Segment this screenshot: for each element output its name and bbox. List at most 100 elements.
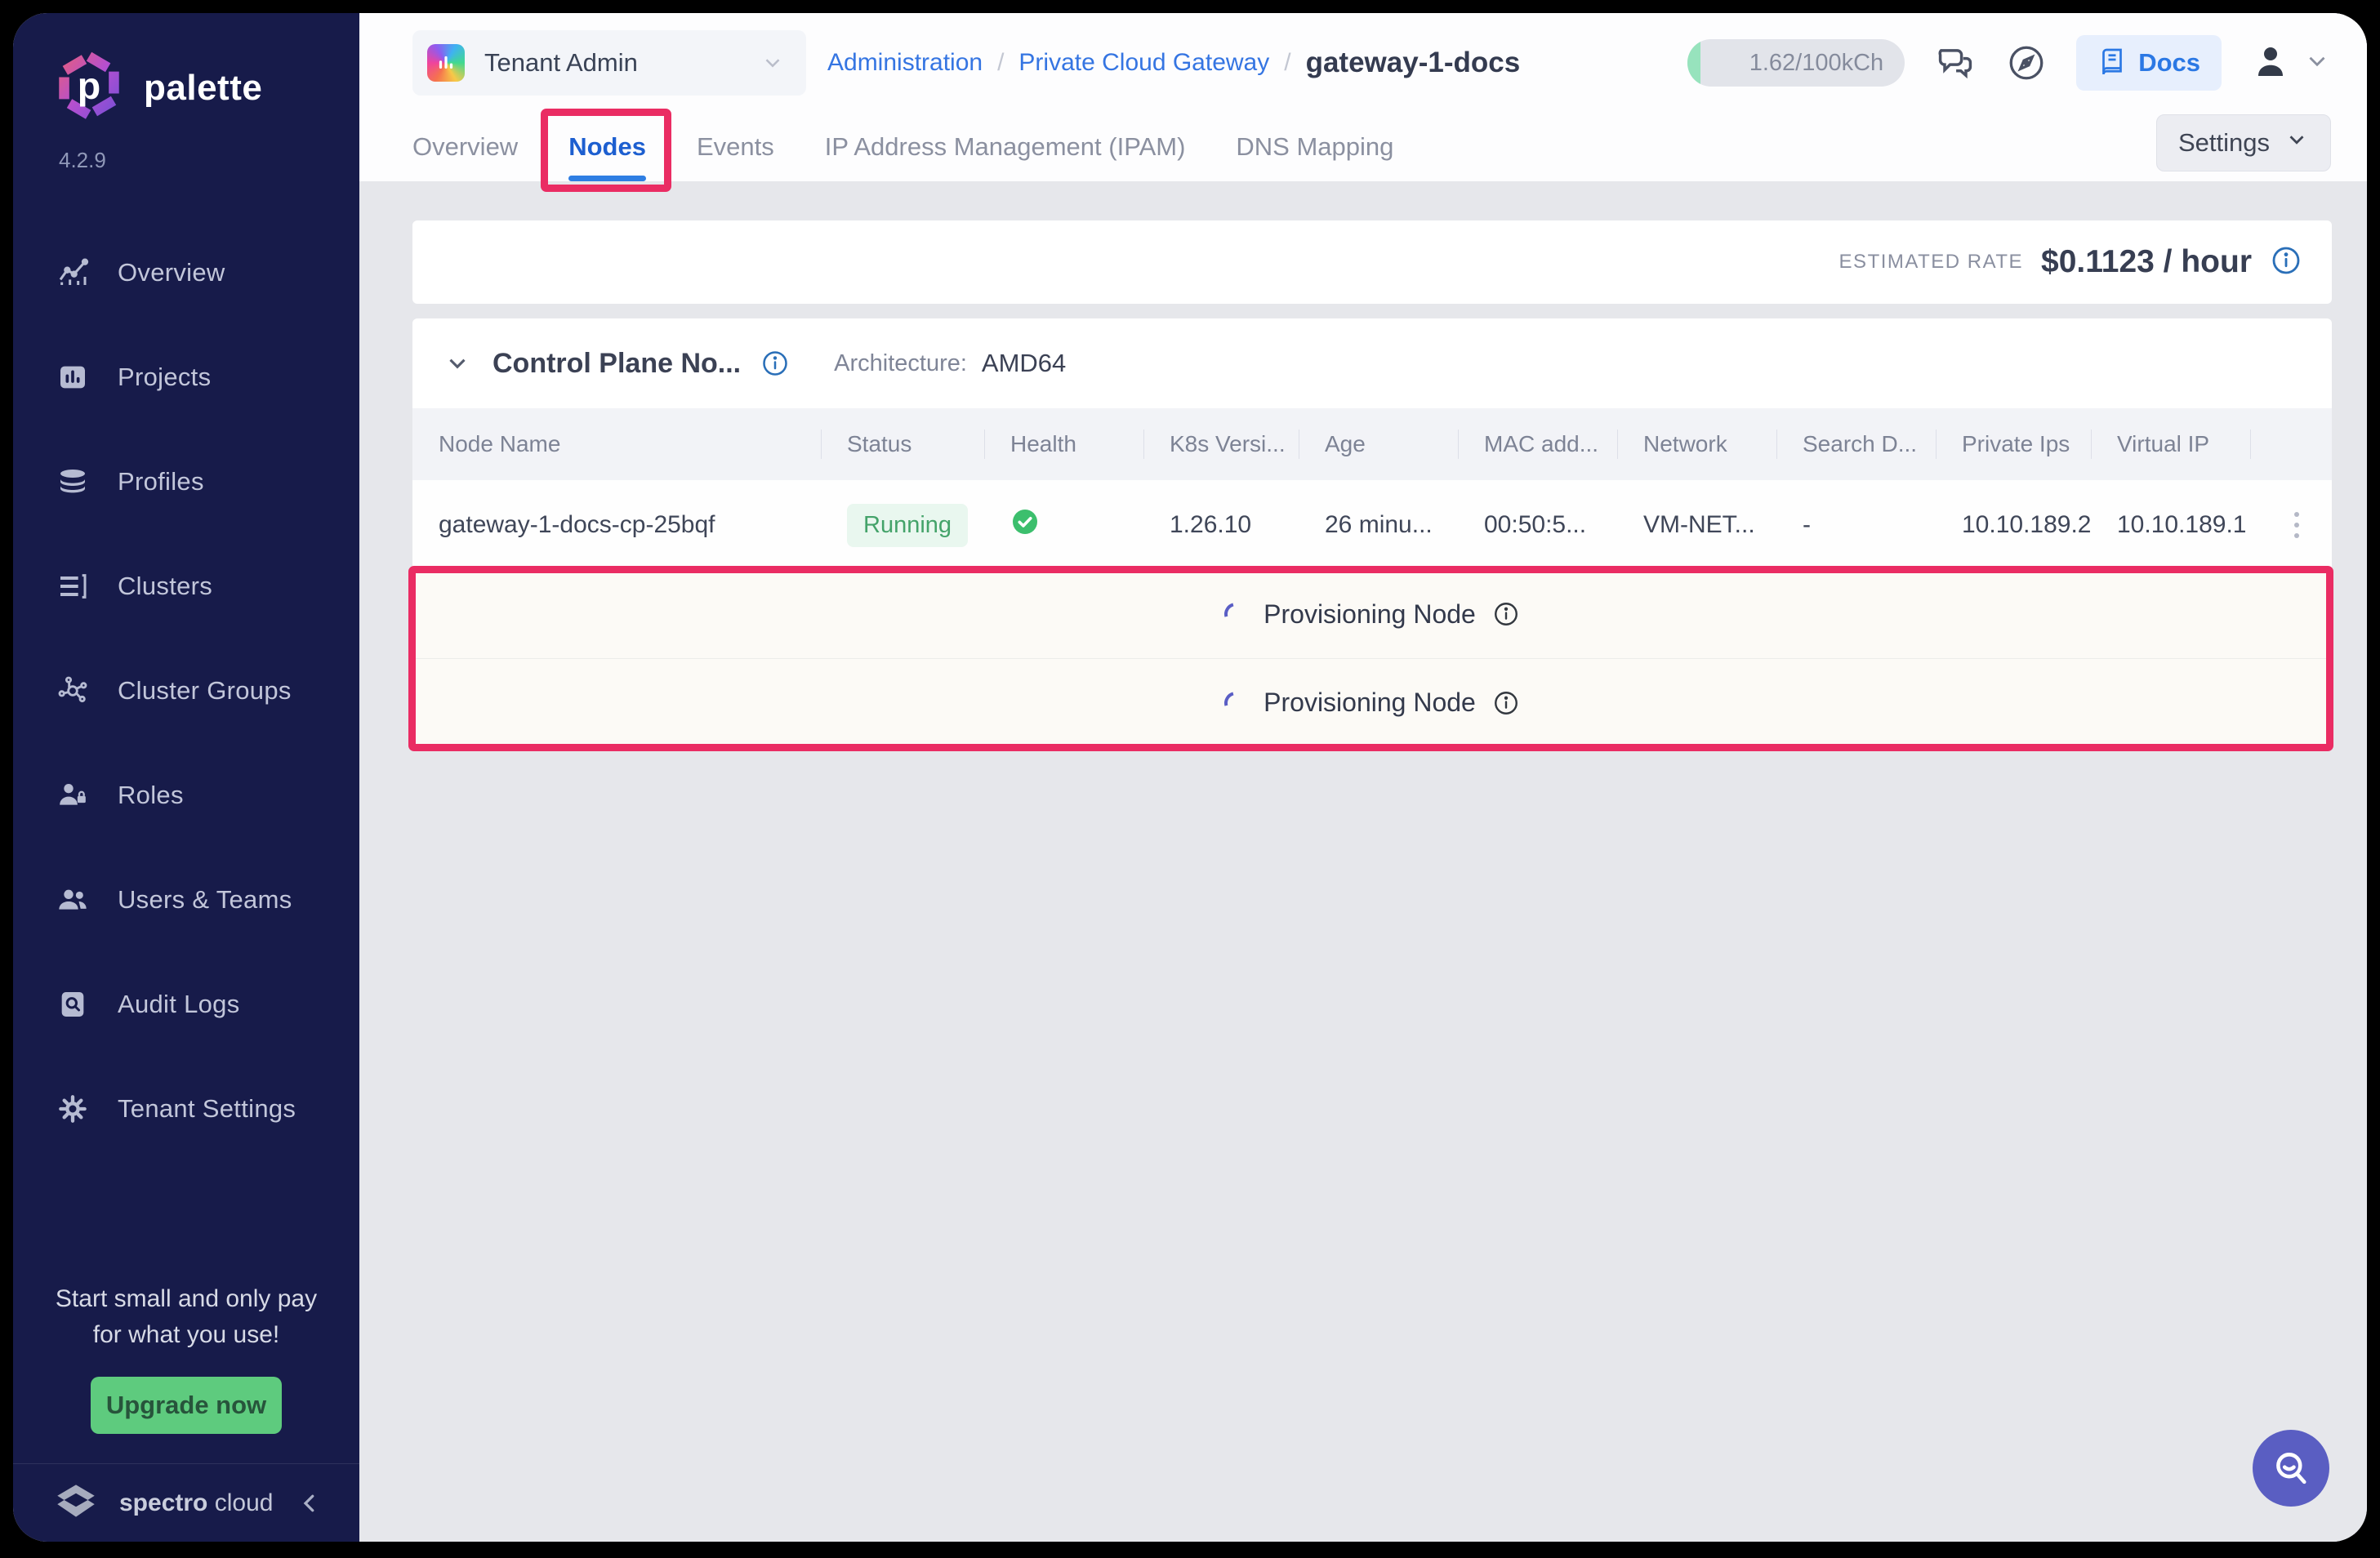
sidebar-item-cluster-groups[interactable]: Cluster Groups (13, 639, 359, 743)
tab-dns-mapping[interactable]: DNS Mapping (1236, 113, 1393, 181)
table-row[interactable]: gateway-1-docs-cp-25bqf Running 1.26.10 … (412, 480, 2332, 570)
column-header-search-domain[interactable]: Search D... (1776, 408, 1936, 480)
info-icon[interactable] (760, 349, 790, 378)
health-check-icon (1010, 507, 1040, 543)
content-area: ESTIMATED RATE $0.1123 / hour Control Pl… (359, 181, 2367, 1542)
provisioning-node-row: Provisioning Node (412, 658, 2332, 746)
spectro-cloud-logo-icon (51, 1476, 101, 1530)
cell-k8s-version: 1.26.10 (1143, 511, 1299, 539)
tab-overview[interactable]: Overview (412, 113, 518, 181)
sidebar-item-label: Profiles (118, 467, 204, 496)
sidebar-item-overview[interactable]: Overview (13, 220, 359, 325)
column-header-age[interactable]: Age (1299, 408, 1458, 480)
column-header-mac[interactable]: MAC add... (1458, 408, 1617, 480)
sidebar-item-roles[interactable]: Roles (13, 743, 359, 848)
column-header-k8s[interactable]: K8s Versi... (1143, 408, 1299, 480)
app-version: 4.2.9 (59, 148, 359, 173)
tenant-settings-icon (55, 1091, 91, 1127)
spinner-icon (1220, 599, 1251, 630)
sidebar-item-label: Projects (118, 363, 211, 392)
project-scope-selector[interactable]: Tenant Admin (412, 30, 806, 96)
sidebar-collapse-icon[interactable] (297, 1491, 322, 1516)
breadcrumb-separator: / (1284, 49, 1290, 77)
promo-line1: Start small and only pay (29, 1281, 343, 1317)
column-header-health[interactable]: Health (984, 408, 1143, 480)
sidebar-item-clusters[interactable]: Clusters (13, 534, 359, 639)
spinner-icon (1220, 687, 1251, 718)
usage-credits-text: 1.62/100kCh (1749, 50, 1883, 77)
row-actions-kebab-icon[interactable] (2289, 507, 2304, 543)
project-scope-label: Tenant Admin (484, 48, 638, 78)
node-pool-card: Control Plane No... Architecture: AMD64 … (412, 318, 2332, 746)
svg-text:p: p (78, 65, 100, 107)
clusters-icon (55, 568, 91, 604)
usage-progress-fill (1687, 39, 1700, 87)
audit-logs-icon (55, 986, 91, 1022)
breadcrumb: Administration / Private Cloud Gateway /… (827, 47, 1520, 79)
estimated-rate-label: ESTIMATED RATE (1839, 251, 2023, 274)
chevron-down-icon (760, 51, 785, 75)
settings-button[interactable]: Settings (2156, 114, 2331, 171)
main-area: Tenant Admin Administration / Private Cl… (359, 13, 2367, 1542)
tab-ipam[interactable]: IP Address Management (IPAM) (825, 113, 1186, 181)
sidebar-item-audit-logs[interactable]: Audit Logs (13, 952, 359, 1057)
users-teams-icon (55, 882, 91, 918)
brand-primary: spectro (119, 1489, 207, 1516)
app-window: p palette 4.2.9 Overview Projects (13, 13, 2367, 1542)
promo-line2: for what you use! (29, 1317, 343, 1353)
docs-button[interactable]: Docs (2076, 35, 2222, 91)
architecture-value: AMD64 (982, 349, 1066, 378)
sidebar-item-projects[interactable]: Projects (13, 325, 359, 430)
cell-status: Running (821, 504, 984, 547)
estimated-rate-value: $0.1123 / hour (2041, 244, 2252, 280)
sidebar-item-users-teams[interactable]: Users & Teams (13, 848, 359, 952)
cell-private-ips: 10.10.189.2 (1936, 511, 2091, 539)
sidebar-item-label: Clusters (118, 572, 212, 601)
cell-health (984, 507, 1143, 543)
column-header-status[interactable]: Status (821, 408, 984, 480)
palette-logo-icon: p (54, 51, 124, 125)
breadcrumb-administration[interactable]: Administration (827, 49, 983, 77)
estimated-rate-bar: ESTIMATED RATE $0.1123 / hour (412, 220, 2332, 304)
sidebar-item-profiles[interactable]: Profiles (13, 430, 359, 534)
sidebar-item-tenant-settings[interactable]: Tenant Settings (13, 1057, 359, 1161)
info-icon[interactable] (2270, 244, 2302, 281)
sidebar-item-label: Overview (118, 258, 225, 287)
upgrade-now-button[interactable]: Upgrade now (91, 1377, 282, 1434)
docs-book-icon (2097, 47, 2127, 79)
pool-title: Control Plane No... (492, 348, 741, 380)
info-icon[interactable] (1492, 600, 1520, 628)
column-header-private-ips[interactable]: Private Ips (1936, 408, 2091, 480)
cell-age: 26 minu... (1299, 511, 1458, 539)
table-header-row: Node Name Status Health K8s Versi... Age… (412, 408, 2332, 480)
tab-events[interactable]: Events (697, 113, 774, 181)
status-badge: Running (847, 504, 968, 547)
app-name: palette (144, 68, 262, 109)
tab-nodes[interactable]: Nodes (568, 113, 646, 181)
column-header-virtual-ip[interactable]: Virtual IP (2091, 408, 2250, 480)
upgrade-promo: Start small and only pay for what you us… (13, 1281, 359, 1463)
column-header-node-name[interactable]: Node Name (412, 408, 821, 480)
info-icon[interactable] (1492, 689, 1520, 717)
column-header-network[interactable]: Network (1617, 408, 1776, 480)
search-widget-button[interactable] (2253, 1430, 2329, 1507)
user-avatar-icon (2251, 42, 2290, 85)
feedback-chat-button[interactable] (1934, 42, 1977, 84)
page-header: Tenant Admin Administration / Private Cl… (359, 13, 2367, 181)
sidebar-footer: spectro cloud (13, 1463, 359, 1542)
sidebar-item-label: Cluster Groups (118, 676, 292, 706)
breadcrumb-private-cloud-gateway[interactable]: Private Cloud Gateway (1018, 49, 1269, 77)
brand-secondary: cloud (215, 1489, 274, 1516)
roles-icon (55, 777, 91, 813)
cell-network: VM-NET... (1617, 511, 1776, 539)
user-menu[interactable] (2251, 42, 2331, 85)
cluster-groups-icon (55, 673, 91, 709)
docs-button-label: Docs (2138, 48, 2200, 78)
cell-virtual-ip: 10.10.189.1 (2091, 511, 2250, 539)
settings-button-label: Settings (2178, 128, 2270, 158)
topbar: Tenant Admin Administration / Private Cl… (412, 13, 2367, 113)
explore-compass-button[interactable] (2006, 42, 2047, 83)
collapse-chevron-icon[interactable] (443, 349, 471, 377)
provisioning-node-row: Provisioning Node (412, 570, 2332, 658)
topbar-actions: 1.62/100kCh (1687, 35, 2331, 91)
